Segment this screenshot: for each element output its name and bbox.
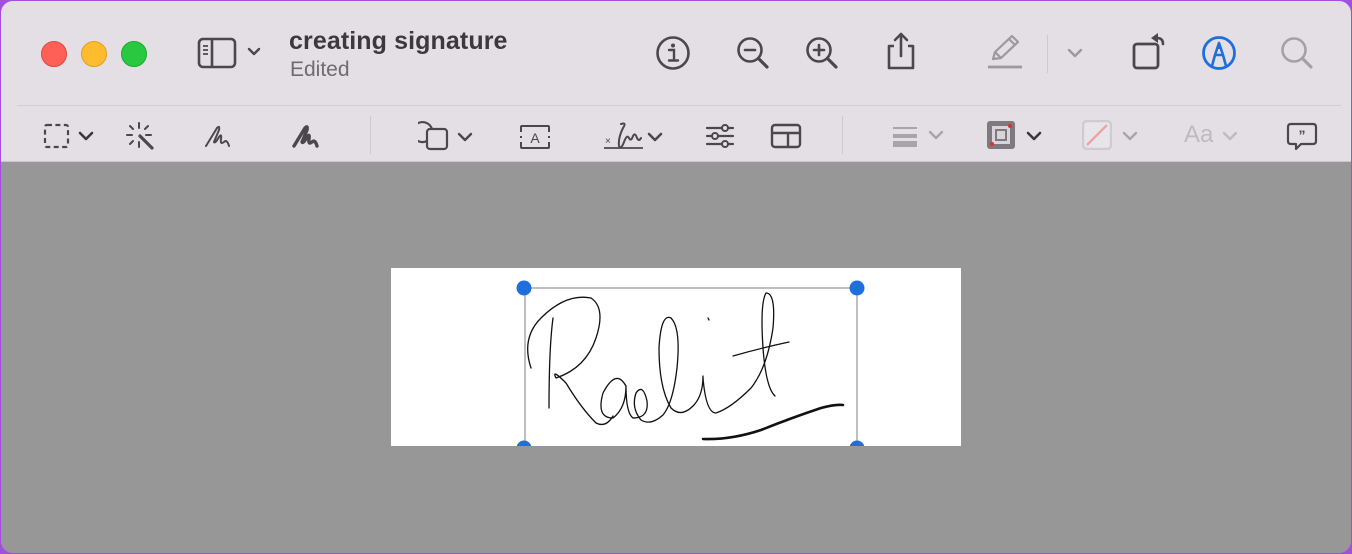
zoom-in-icon: [804, 35, 840, 71]
sketch-icon: [203, 122, 233, 150]
document-title: creating signature: [289, 27, 508, 55]
selection-box: [524, 287, 858, 446]
search-icon: [1279, 35, 1315, 71]
fill-color-icon: [1082, 120, 1112, 150]
text-style-icon: Aa: [1184, 121, 1214, 148]
chevron-down-icon: [1222, 131, 1238, 141]
markup-toolbar: A × Aa ”: [1, 106, 1351, 161]
chevron-down-icon: [647, 132, 663, 142]
svg-text:”: ”: [1299, 127, 1306, 143]
zoom-button[interactable]: [121, 41, 147, 67]
shapes-icon: [418, 120, 450, 152]
chevron-down-icon: [1067, 48, 1083, 58]
zoom-out-icon: [735, 35, 771, 71]
close-button[interactable]: [41, 41, 67, 67]
signature-annotation[interactable]: Raelit: [391, 268, 961, 446]
page-layout-icon: [770, 123, 802, 149]
resize-handle-top-left[interactable]: [516, 280, 532, 296]
toolbar-divider: [1047, 35, 1048, 73]
resize-handle-bottom-right[interactable]: [849, 440, 865, 447]
toolbar-divider: [370, 116, 371, 154]
svg-text:×: ×: [605, 136, 611, 147]
markup-icon: [1201, 35, 1237, 71]
chevron-down-icon: [78, 131, 94, 141]
chevron-down-icon: [1026, 131, 1042, 141]
resize-handle-top-right[interactable]: [849, 280, 865, 296]
magic-wand-icon: [125, 121, 155, 151]
share-icon: [883, 31, 919, 71]
window-chrome: creating signature Edited A × Aa ”: [1, 1, 1351, 162]
signature-icon: ×: [603, 120, 645, 152]
highlighter-icon: [985, 33, 1025, 71]
sliders-icon: [705, 123, 735, 149]
chevron-down-icon: [1122, 131, 1138, 141]
preview-window: creating signature Edited A × Aa ”: [1, 1, 1351, 553]
document-status: Edited: [290, 58, 350, 81]
chevron-down-icon: [247, 47, 261, 57]
sidebar-icon: [197, 37, 237, 69]
border-color-icon: [986, 120, 1016, 150]
title-bar: creating signature Edited: [1, 1, 1351, 105]
document-canvas: Raelit: [1, 162, 1351, 553]
line-style-icon: [893, 126, 917, 148]
chevron-down-icon: [457, 132, 473, 142]
svg-text:A: A: [530, 130, 540, 146]
info-icon: [655, 35, 691, 71]
document-page: Raelit: [391, 268, 961, 446]
signature-strokes: [527, 292, 790, 426]
rotate-left-icon: [1131, 31, 1171, 71]
rectangular-selection-icon: [43, 122, 71, 150]
resize-handle-bottom-left[interactable]: [516, 440, 532, 447]
minimize-button[interactable]: [81, 41, 107, 67]
speech-bubble-quote-icon: ”: [1286, 121, 1318, 153]
toolbar-divider: [842, 116, 843, 154]
chevron-down-icon: [928, 130, 944, 140]
draw-icon: [291, 122, 321, 150]
text-box-icon: A: [519, 124, 551, 150]
